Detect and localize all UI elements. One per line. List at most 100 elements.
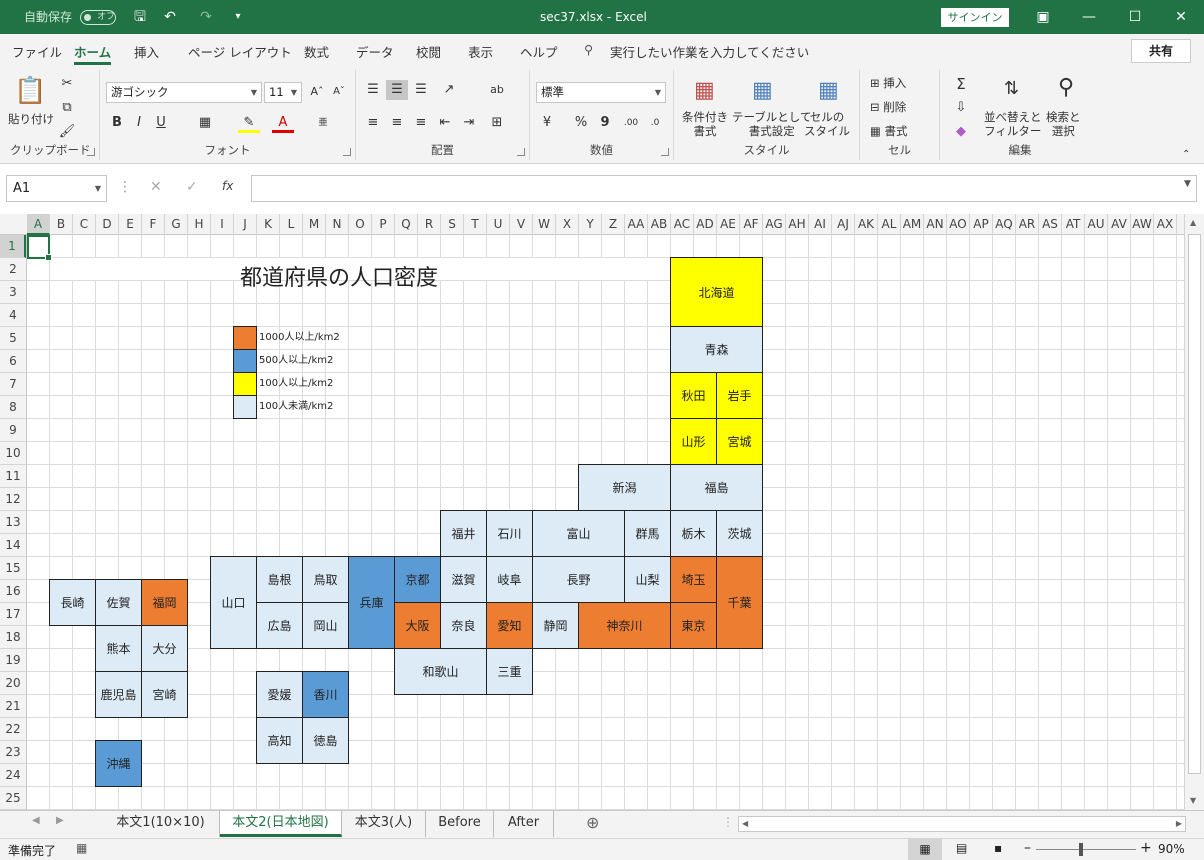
column-header[interactable]: AG: [763, 214, 786, 235]
fill-icon[interactable]: ⇩: [950, 98, 972, 118]
copy-icon[interactable]: ⧉: [56, 98, 78, 118]
cell-styles-icon[interactable]: ▦: [818, 78, 839, 104]
macro-record-icon[interactable]: ▦: [76, 841, 87, 855]
minimize-icon[interactable]: —: [1066, 0, 1112, 34]
column-header[interactable]: AV: [1108, 214, 1131, 235]
autosum-icon[interactable]: Σ: [950, 74, 972, 94]
conditional-format-icon[interactable]: ▦: [694, 78, 715, 104]
prefecture-cell[interactable]: 和歌山: [394, 648, 487, 695]
merge-center-icon[interactable]: ⊞: [486, 113, 508, 133]
clear-icon[interactable]: ◆: [950, 122, 972, 142]
page-break-view-icon[interactable]: ▪: [994, 841, 1002, 855]
column-header[interactable]: X: [556, 214, 579, 235]
horizontal-scrollbar[interactable]: ◀ ▶: [738, 816, 1186, 832]
alignment-launcher-icon[interactable]: [517, 148, 525, 156]
collapse-ribbon-icon[interactable]: ⌃: [1182, 148, 1190, 162]
prefecture-cell[interactable]: 福井: [440, 510, 487, 557]
row-header[interactable]: 11: [0, 465, 26, 488]
cell-grid[interactable]: 都道府県の人口密度 1000人以上/km2 500人以上/km2 100人以上/km…: [27, 235, 1184, 810]
decrease-decimal-icon[interactable]: .0: [644, 113, 666, 133]
column-header[interactable]: AH: [786, 214, 809, 235]
prefecture-cell[interactable]: 沖縄: [95, 740, 142, 787]
row-header[interactable]: 4: [0, 304, 26, 327]
prefecture-cell[interactable]: 熊本: [95, 625, 142, 672]
format-as-table-icon[interactable]: ▦: [752, 78, 773, 104]
close-icon[interactable]: ✕: [1158, 0, 1204, 34]
column-header[interactable]: I: [211, 214, 234, 235]
row-header[interactable]: 24: [0, 764, 26, 787]
increase-indent-icon[interactable]: ⇥: [458, 113, 480, 133]
column-header[interactable]: AM: [901, 214, 924, 235]
tab-split-icon[interactable]: ⋮: [722, 815, 734, 829]
formula-input[interactable]: [251, 175, 1197, 202]
currency-icon[interactable]: ¥: [536, 113, 558, 133]
column-header[interactable]: AD: [694, 214, 717, 235]
page-layout-view-icon[interactable]: ▤: [956, 841, 967, 855]
signin-button[interactable]: サインイン: [941, 8, 1009, 27]
ribbon-display-icon[interactable]: ▣: [1020, 0, 1066, 34]
column-header[interactable]: F: [142, 214, 165, 235]
column-header[interactable]: Y: [579, 214, 602, 235]
vertical-scroll-thumb[interactable]: [1188, 234, 1201, 774]
prefecture-cell[interactable]: 三重: [486, 648, 533, 695]
find-select-button[interactable]: 検索と 選択: [1046, 110, 1081, 138]
borders-icon[interactable]: ▦: [194, 113, 216, 133]
row-header[interactable]: 10: [0, 442, 26, 465]
prefecture-cell[interactable]: 京都: [394, 556, 441, 603]
column-header[interactable]: AQ: [993, 214, 1016, 235]
number-launcher-icon[interactable]: [661, 148, 669, 156]
prefecture-cell[interactable]: 岩手: [716, 372, 763, 419]
row-header[interactable]: 21: [0, 695, 26, 718]
enter-icon[interactable]: ✓: [186, 179, 198, 195]
name-box[interactable]: A1 ▼: [6, 175, 107, 202]
prefecture-cell[interactable]: 群馬: [624, 510, 671, 557]
column-header[interactable]: AI: [809, 214, 832, 235]
active-cell[interactable]: [27, 235, 52, 261]
prefecture-cell[interactable]: 栃木: [670, 510, 717, 557]
prefecture-cell[interactable]: 兵庫: [348, 556, 395, 649]
column-header[interactable]: AJ: [832, 214, 855, 235]
tab-insert[interactable]: 挿入: [134, 42, 159, 61]
scroll-down-icon[interactable]: ▼: [1190, 796, 1196, 805]
clipboard-launcher-icon[interactable]: [87, 148, 95, 156]
customize-qat-icon[interactable]: ▾: [228, 7, 248, 27]
save-icon[interactable]: 🖫: [130, 7, 150, 27]
prefecture-cell[interactable]: 山梨: [624, 556, 671, 603]
row-header[interactable]: 15: [0, 557, 26, 580]
paste-button[interactable]: 貼り付け: [8, 112, 54, 126]
prefecture-cell[interactable]: 奈良: [440, 602, 487, 649]
prefecture-cell[interactable]: 愛知: [486, 602, 533, 649]
prefecture-cell[interactable]: 滋賀: [440, 556, 487, 603]
column-header[interactable]: R: [418, 214, 441, 235]
tab-review[interactable]: 校閲: [416, 42, 441, 61]
column-header[interactable]: AB: [648, 214, 671, 235]
sort-filter-button[interactable]: 並べ替えと フィルター: [984, 110, 1042, 138]
align-middle-icon[interactable]: ☰: [386, 80, 408, 100]
column-header[interactable]: AS: [1039, 214, 1062, 235]
row-header[interactable]: 13: [0, 511, 26, 534]
column-header[interactable]: AA: [625, 214, 648, 235]
row-header[interactable]: 16: [0, 580, 26, 603]
zoom-level[interactable]: 90%: [1158, 842, 1185, 856]
align-center-icon[interactable]: ≡: [386, 113, 408, 133]
tab-view[interactable]: 表示: [468, 42, 493, 61]
paste-icon[interactable]: 📋: [14, 76, 46, 106]
row-header[interactable]: 5: [0, 327, 26, 350]
column-header[interactable]: B: [50, 214, 73, 235]
prefecture-cell[interactable]: 徳島: [302, 717, 349, 764]
prefecture-cell[interactable]: 東京: [670, 602, 717, 649]
zoom-slider-thumb[interactable]: [1079, 843, 1083, 856]
format-cells-button[interactable]: ▦ 書式: [870, 124, 908, 138]
column-header[interactable]: P: [372, 214, 395, 235]
prefecture-cell[interactable]: 神奈川: [578, 602, 671, 649]
prefecture-cell[interactable]: 長野: [532, 556, 625, 603]
prev-sheet-icon[interactable]: ◀: [32, 815, 40, 826]
wrap-text-icon[interactable]: ab: [486, 80, 508, 100]
tab-file[interactable]: ファイル: [12, 42, 62, 61]
delete-cells-button[interactable]: ⊟ 削除: [870, 100, 906, 114]
orientation-icon[interactable]: ↗: [438, 80, 460, 100]
column-header[interactable]: AT: [1062, 214, 1085, 235]
prefecture-cell[interactable]: 茨城: [716, 510, 763, 557]
align-top-icon[interactable]: ☰: [362, 80, 384, 100]
row-header[interactable]: 12: [0, 488, 26, 511]
